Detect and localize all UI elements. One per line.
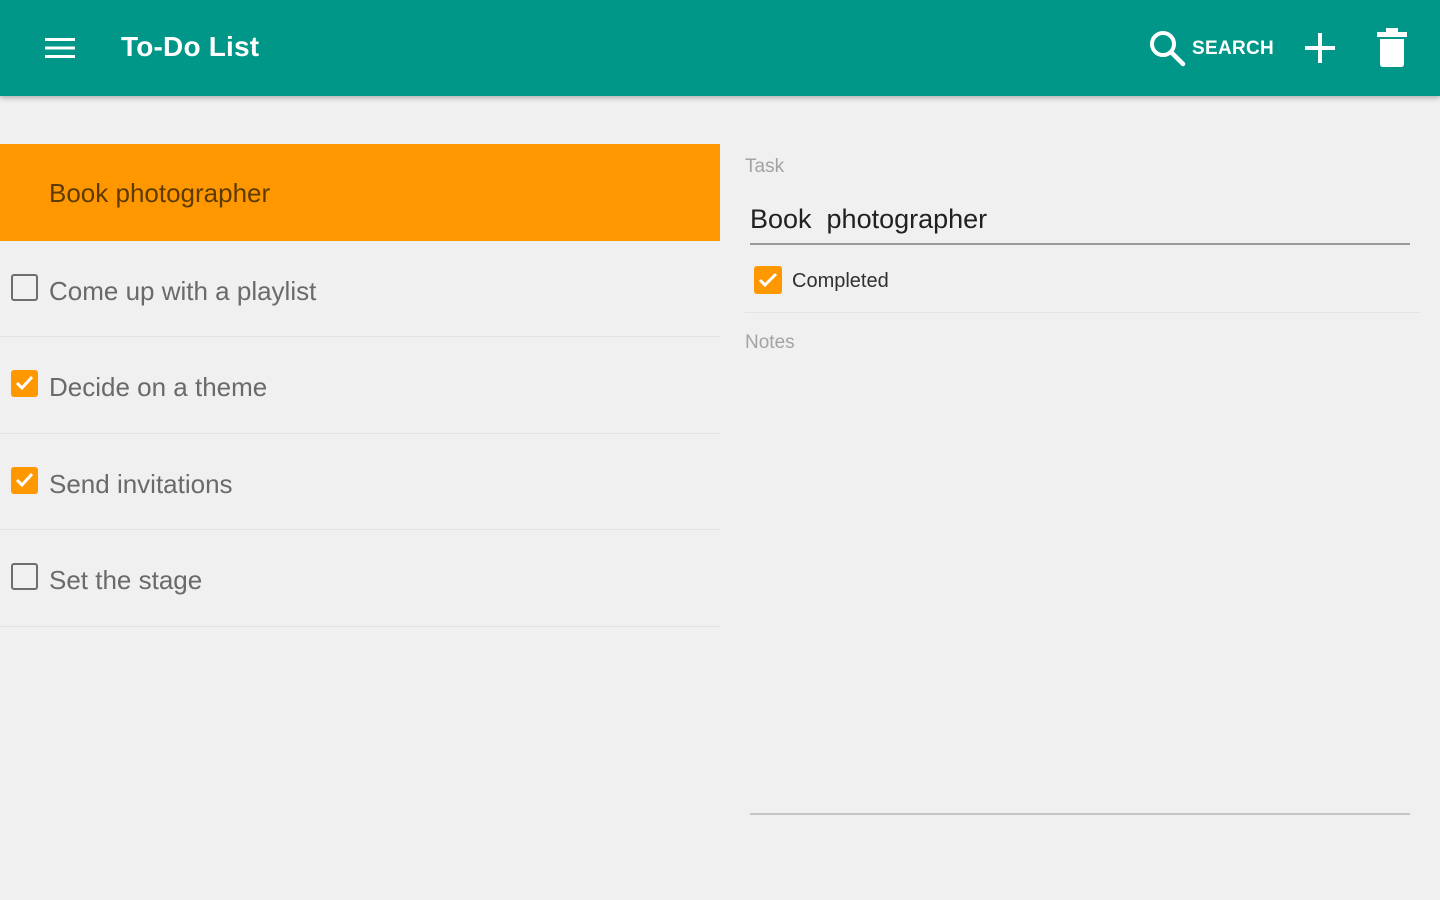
search-label: SEARCH <box>1192 38 1275 59</box>
divider <box>745 312 1420 313</box>
menu-button[interactable] <box>28 22 92 74</box>
notes-field[interactable] <box>750 366 1410 815</box>
task-detail-panel: Task Completed Notes <box>720 96 1440 900</box>
task-label: Come up with a playlist <box>49 275 317 306</box>
search-icon <box>1150 31 1186 67</box>
task-label: Book photographer <box>49 178 271 208</box>
notes-caption: Notes <box>745 332 795 353</box>
task-checkbox[interactable] <box>11 563 38 590</box>
checkmark-icon <box>15 472 34 487</box>
task-list: Book photographer Come up with a playlis… <box>0 144 720 627</box>
task-row-send-invitations[interactable]: Send invitations <box>0 434 720 530</box>
task-label: Send invitations <box>49 468 233 499</box>
completed-label: Completed <box>792 270 889 292</box>
task-checkbox[interactable] <box>11 370 38 397</box>
add-icon <box>1305 33 1335 63</box>
checkmark-icon <box>15 375 34 391</box>
task-name-input[interactable] <box>750 201 1410 245</box>
app-bar: To-Do List SEARCH <box>0 0 1440 96</box>
delete-icon <box>1377 28 1407 67</box>
checkmark-icon <box>758 272 778 288</box>
task-row-decide-on-a-theme[interactable]: Decide on a theme <box>0 337 720 434</box>
app-title: To-Do List <box>121 31 260 62</box>
add-task-button[interactable] <box>1298 26 1342 70</box>
task-checkbox[interactable] <box>11 466 38 494</box>
search-button[interactable]: SEARCH <box>1144 24 1280 72</box>
task-checkbox[interactable] <box>11 273 38 301</box>
completed-toggle[interactable]: Completed <box>754 266 1054 296</box>
delete-button[interactable] <box>1370 24 1414 72</box>
completed-checkbox[interactable] <box>754 266 782 294</box>
menu-icon <box>45 38 75 58</box>
task-label: Decide on a theme <box>49 372 268 402</box>
task-row-book-photographer[interactable]: Book photographer <box>0 144 720 241</box>
task-row-set-the-stage[interactable]: Set the stage <box>0 530 720 627</box>
task-row-come-up-with-a-playlist[interactable]: Come up with a playlist <box>0 241 720 337</box>
task-label: Set the stage <box>49 565 203 595</box>
task-caption: Task <box>745 156 785 177</box>
